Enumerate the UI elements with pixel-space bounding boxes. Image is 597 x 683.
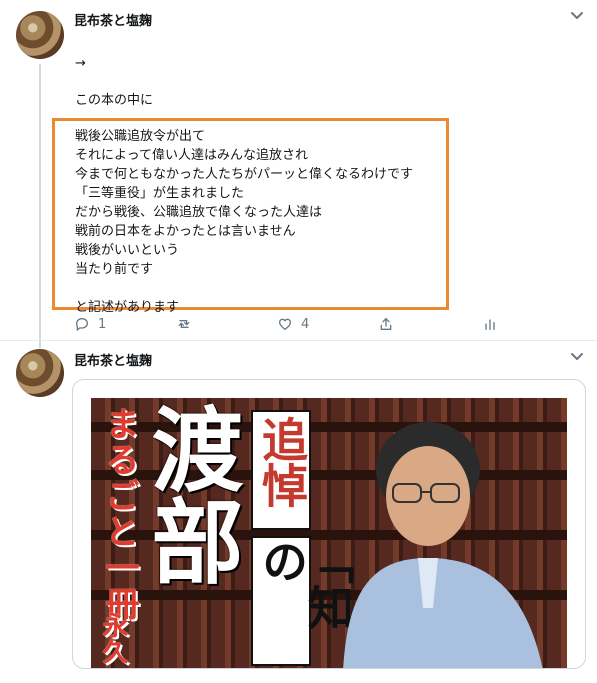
- highlight-line: 戦後がいいという: [75, 243, 180, 258]
- person-illustration: [343, 422, 543, 668]
- highlighted-text: 戦後公職追放令が出て それによって偉い人達はみんな追放され 今まで何ともなかった…: [75, 127, 413, 317]
- image-big-title: 渡部: [136, 402, 243, 586]
- avatar[interactable]: [16, 11, 64, 59]
- author-name[interactable]: 昆布茶と塩麹: [74, 350, 152, 369]
- chevron-down-icon[interactable]: [570, 8, 584, 26]
- image-red-small: 永久: [98, 612, 128, 664]
- highlight-line: 当たり前です: [75, 262, 154, 277]
- highlight-line: 戦前の日本をよかったとは言いません: [75, 224, 296, 239]
- image-white-box-text: 追悼: [255, 416, 309, 508]
- analytics-button[interactable]: [482, 316, 498, 332]
- like-button[interactable]: 4: [277, 316, 309, 332]
- highlight-line: と記述があります: [75, 300, 180, 315]
- highlight-line: 「三等重役」が生まれました: [75, 186, 245, 201]
- media-card[interactable]: まるごと一冊 渡部 追悼 「知の 永久: [72, 379, 586, 669]
- tweet-divider: [0, 340, 597, 341]
- reply-button[interactable]: 1: [74, 316, 106, 332]
- like-count: 4: [301, 316, 310, 332]
- tweet2-actions-partial: [74, 676, 494, 683]
- reply-count: 1: [98, 316, 107, 332]
- highlight-line: 戦後公職追放令が出て: [75, 129, 206, 144]
- tweet-line-arrow: →: [75, 56, 86, 71]
- tweet-line-intro: この本の中に: [75, 93, 154, 108]
- retweet-icon: [176, 316, 192, 332]
- analytics-icon: [482, 316, 498, 332]
- share-button[interactable]: [378, 316, 394, 332]
- avatar[interactable]: [16, 349, 64, 397]
- chevron-down-icon[interactable]: [570, 349, 584, 367]
- reply-icon: [74, 316, 90, 332]
- highlight-line: それによって偉い人達はみんな追放され: [75, 148, 308, 163]
- like-icon: [277, 316, 293, 332]
- share-icon: [378, 316, 394, 332]
- highlight-line: だから戦後、公職追放で偉くなった人達は: [75, 205, 323, 220]
- thread-line: [39, 64, 41, 348]
- retweet-button[interactable]: [176, 316, 200, 332]
- highlight-line: [75, 279, 413, 298]
- highlight-line: 今まで何ともなかった人たちがパーッと偉くなるわけです: [75, 167, 414, 182]
- author-name[interactable]: 昆布茶と塩麹: [74, 10, 152, 29]
